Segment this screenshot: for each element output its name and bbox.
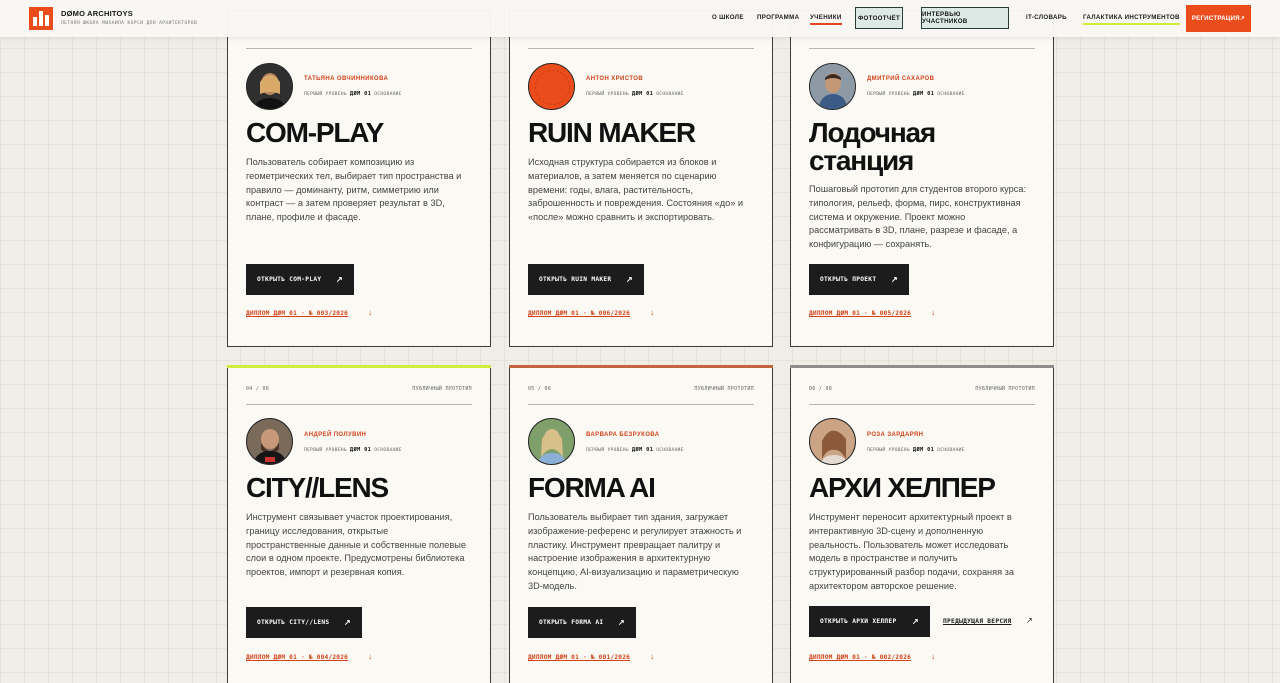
card-divider xyxy=(246,404,472,405)
card-accent-bar xyxy=(509,365,773,368)
diploma-link[interactable]: ДИПЛОМ ДØМ 01 · № 001/2026 xyxy=(528,654,630,661)
arrow-up-right-icon: ↗ xyxy=(890,275,898,284)
author-tags: ПЕРВЫЙ УРОВЕНЬ ДØМ 01 ОСНОВАНИЕ xyxy=(304,91,402,97)
card-title: Лодочная станция xyxy=(809,117,936,176)
arrow-up-right-icon: ↗ xyxy=(335,275,343,284)
site-header: DØMO ARCHITOYS ЛЕТНЯЯ ШКОЛА МИХАИЛА КОРС… xyxy=(0,0,1280,37)
brand[interactable]: DØMO ARCHITOYS ЛЕТНЯЯ ШКОЛА МИХАИЛА КОРС… xyxy=(61,9,197,26)
author-name: ДМИТРИЙ САХАРОВ xyxy=(867,76,935,82)
card-title: RUIN MAKER xyxy=(528,117,696,148)
download-icon[interactable]: ↓ xyxy=(368,308,372,317)
nav-interviews[interactable]: ИНТЕРВЬЮ УЧАСТНИКОВ xyxy=(921,7,1009,29)
card-divider xyxy=(809,48,1035,49)
author-avatar xyxy=(246,418,293,465)
download-icon[interactable]: ↓ xyxy=(650,308,654,317)
card-tag: ПУБЛИЧНЫЙ ПРОТОТИП xyxy=(975,386,1035,392)
nav-photo-report[interactable]: ФОТООТЧЁТ xyxy=(855,7,903,29)
card-accent-bar xyxy=(790,365,1054,368)
diploma-link[interactable]: ДИПЛОМ ДØМ 01 · № 002/2026 xyxy=(809,654,911,661)
author-avatar xyxy=(528,418,575,465)
card-description: Пошаговый прототип для студентов второго… xyxy=(809,184,1027,250)
author-name: ВАРВАРА БЕЗРУКОВА xyxy=(586,432,660,438)
download-icon[interactable]: ↓ xyxy=(368,652,372,661)
card-title: FORMA AI xyxy=(528,472,656,503)
nav-galaxy[interactable]: ГАЛАКТИКА ИНСТРУМЕНТОВ xyxy=(1083,14,1180,25)
register-button[interactable]: РЕГИСТРАЦИЯ↗ xyxy=(1186,5,1251,32)
card-description: Исходная структура собирается из блоков … xyxy=(528,157,743,223)
author-name: РОЗА ЗАРДАРЯН xyxy=(867,432,924,438)
author-tags: ПЕРВЫЙ УРОВЕНЬ ДØМ 01 ОСНОВАНИЕ xyxy=(586,447,684,453)
author-avatar xyxy=(809,63,856,110)
open-city-lens-button[interactable]: ОТКРЫТЬ CITY//LENS ↗ xyxy=(246,607,362,638)
card-description: Инструмент связывает участок проектирова… xyxy=(246,512,466,578)
card-description: Пользователь выбирает тип здания, загруж… xyxy=(528,512,742,591)
card-title: COM-PLAY xyxy=(246,117,384,148)
brand-subtitle: ЛЕТНЯЯ ШКОЛА МИХАИЛА КОРСИ ДЛЯ АРХИТЕКТО… xyxy=(61,21,198,26)
card-divider xyxy=(809,404,1035,405)
card-tag: ПУБЛИЧНЫЙ ПРОТОТИП xyxy=(412,386,472,392)
card-index: 06 / 06 xyxy=(809,386,833,392)
open-forma-ai-button[interactable]: ОТКРЫТЬ FORMA AI ↗ xyxy=(528,607,636,638)
author-tags: ПЕРВЫЙ УРОВЕНЬ ДØМ 01 ОСНОВАНИЕ xyxy=(867,91,965,97)
open-com-play-button[interactable]: ОТКРЫТЬ COM-PLAY ↗ xyxy=(246,264,354,295)
open-ruin-maker-button[interactable]: ОТКРЫТЬ RUIN MAKER ↗ xyxy=(528,264,644,295)
project-card-city-lens: 04 / 06 ПУБЛИЧНЫЙ ПРОТОТИП АНДРЕЙ ПОЛУВИН… xyxy=(227,365,491,683)
card-meta: 06 / 06 ПУБЛИЧНЫЙ ПРОТОТИП xyxy=(809,386,1035,392)
arrow-up-right-icon[interactable]: ↗ xyxy=(1026,616,1033,625)
card-title: CITY//LENS xyxy=(246,472,389,503)
nav-program[interactable]: ПРОГРАММА xyxy=(757,14,799,21)
project-card-com-play: ТАТЬЯНА ОВЧИННИКОВА ПЕРВЫЙ УРОВЕНЬ ДØМ 01… xyxy=(227,10,491,347)
arrow-up-right-icon: ↗ xyxy=(617,618,625,627)
card-divider xyxy=(528,404,754,405)
download-icon[interactable]: ↓ xyxy=(931,652,935,661)
open-arhi-helper-button[interactable]: ОТКРЫТЬ АРХИ ХЕЛПЕР ↗ xyxy=(809,606,930,637)
logo-icon[interactable] xyxy=(29,7,53,30)
card-meta: 05 / 06 ПУБЛИЧНЫЙ ПРОТОТИП xyxy=(528,386,754,392)
author-name: ТАТЬЯНА ОВЧИННИКОВА xyxy=(304,76,389,82)
arrow-up-right-icon: ↗ xyxy=(625,275,633,284)
card-index: 05 / 06 xyxy=(528,386,552,392)
author-tags: ПЕРВЫЙ УРОВЕНЬ ДØМ 01 ОСНОВАНИЕ xyxy=(304,447,402,453)
author-avatar xyxy=(528,63,575,110)
diploma-link[interactable]: ДИПЛОМ ДØМ 01 · № 006/2026 xyxy=(528,310,630,317)
diploma-link[interactable]: ДИПЛОМ ДØМ 01 · № 004/2026 xyxy=(246,654,348,661)
previous-version-link[interactable]: ПРЕДЫДУЩАЯ ВЕРСИЯ xyxy=(943,618,1011,625)
author-name: АНДРЕЙ ПОЛУВИН xyxy=(304,432,367,438)
author-tags: ПЕРВЫЙ УРОВЕНЬ ДØМ 01 ОСНОВАНИЕ xyxy=(867,447,965,453)
card-meta: 04 / 06 ПУБЛИЧНЫЙ ПРОТОТИП xyxy=(246,386,472,392)
diploma-link[interactable]: ДИПЛОМ ДØМ 01 · № 003/2026 xyxy=(246,310,348,317)
project-card-ruin-maker: АНТОН ХРИСТОВ ПЕРВЫЙ УРОВЕНЬ ДØМ 01 ОСНОВА… xyxy=(509,10,773,347)
nav-it-dictionary[interactable]: IT-СЛОВАРЬ xyxy=(1026,14,1067,21)
download-icon[interactable]: ↓ xyxy=(931,308,935,317)
card-description: Пользователь собирает композицию из геом… xyxy=(246,157,462,223)
project-card-boat-station: ДМИТРИЙ САХАРОВ ПЕРВЫЙ УРОВЕНЬ ДØМ 01 ОСНО… xyxy=(790,10,1054,347)
project-card-arhi-helper: 06 / 06 ПУБЛИЧНЫЙ ПРОТОТИП РОЗА ЗАРДАРЯН … xyxy=(790,365,1054,683)
nav-students[interactable]: УЧЕНИКИ xyxy=(810,14,842,25)
author-name: АНТОН ХРИСТОВ xyxy=(586,76,644,82)
card-tag: ПУБЛИЧНЫЙ ПРОТОТИП xyxy=(694,386,754,392)
card-divider xyxy=(246,48,472,49)
card-description: Инструмент переносит архитектурный проек… xyxy=(809,512,1014,591)
project-card-forma-ai: 05 / 06 ПУБЛИЧНЫЙ ПРОТОТИП ВАРВАРА БЕЗРУК… xyxy=(509,365,773,683)
card-accent-bar xyxy=(227,365,491,368)
arrow-up-right-icon: ↗ xyxy=(911,617,919,626)
card-index: 04 / 06 xyxy=(246,386,270,392)
author-tags: ПЕРВЫЙ УРОВЕНЬ ДØМ 01 ОСНОВАНИЕ xyxy=(586,91,684,97)
download-icon[interactable]: ↓ xyxy=(650,652,654,661)
card-title: АРХИ ХЕЛПЕР xyxy=(809,472,996,503)
open-project-button[interactable]: ОТКРЫТЬ ПРОЕКТ ↗ xyxy=(809,264,909,295)
diploma-link[interactable]: ДИПЛОМ ДØМ 01 · № 005/2026 xyxy=(809,310,911,317)
nav-about[interactable]: О ШКОЛЕ xyxy=(712,14,744,21)
author-avatar xyxy=(809,418,856,465)
card-divider xyxy=(528,48,754,49)
author-avatar xyxy=(246,63,293,110)
arrow-up-right-icon: ↗ xyxy=(343,618,351,627)
brand-title: DØMO ARCHITOYS xyxy=(61,9,133,18)
